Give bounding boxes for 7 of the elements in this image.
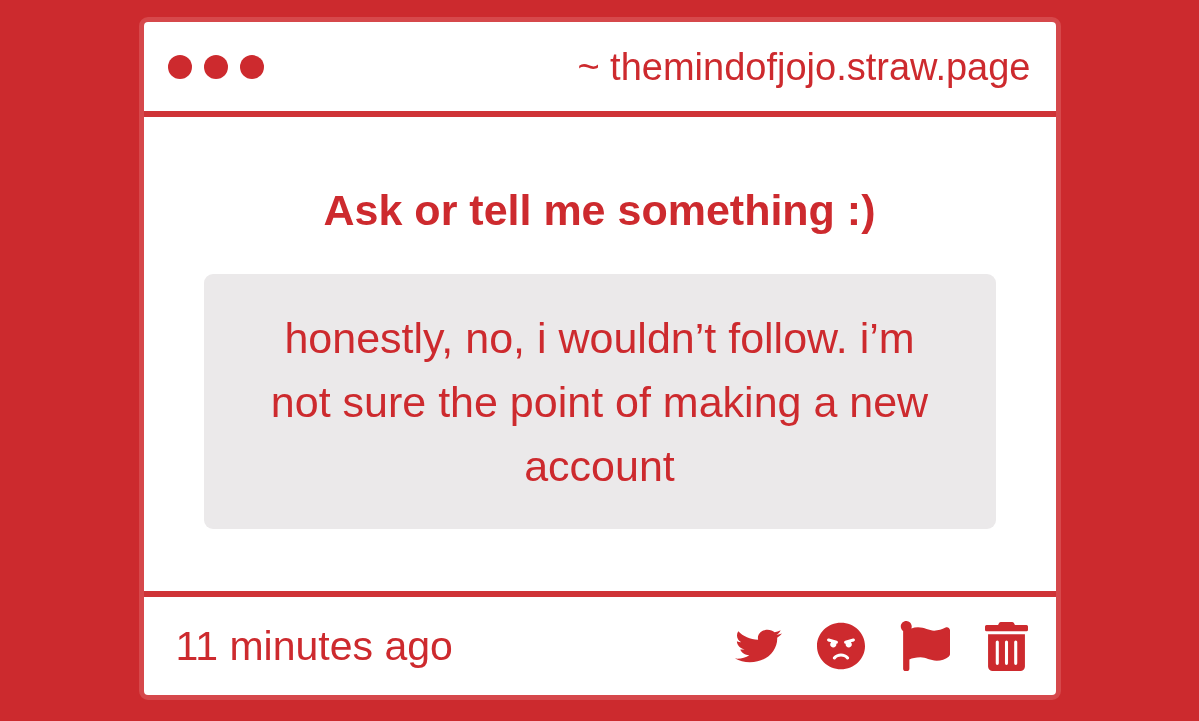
angry-face-icon[interactable] [816, 622, 865, 670]
message-text: honestly, no, i wouldn’t follow. i’m not sure the point of making a new account [269, 312, 930, 492]
trash-icon[interactable] [984, 621, 1028, 671]
timestamp: 11 minutes ago [175, 625, 453, 667]
flag-icon[interactable] [899, 621, 950, 671]
prompt-heading: Ask or tell me something :) [323, 185, 876, 235]
page-address: ~ themindofjojo.straw.page [577, 47, 1031, 86]
